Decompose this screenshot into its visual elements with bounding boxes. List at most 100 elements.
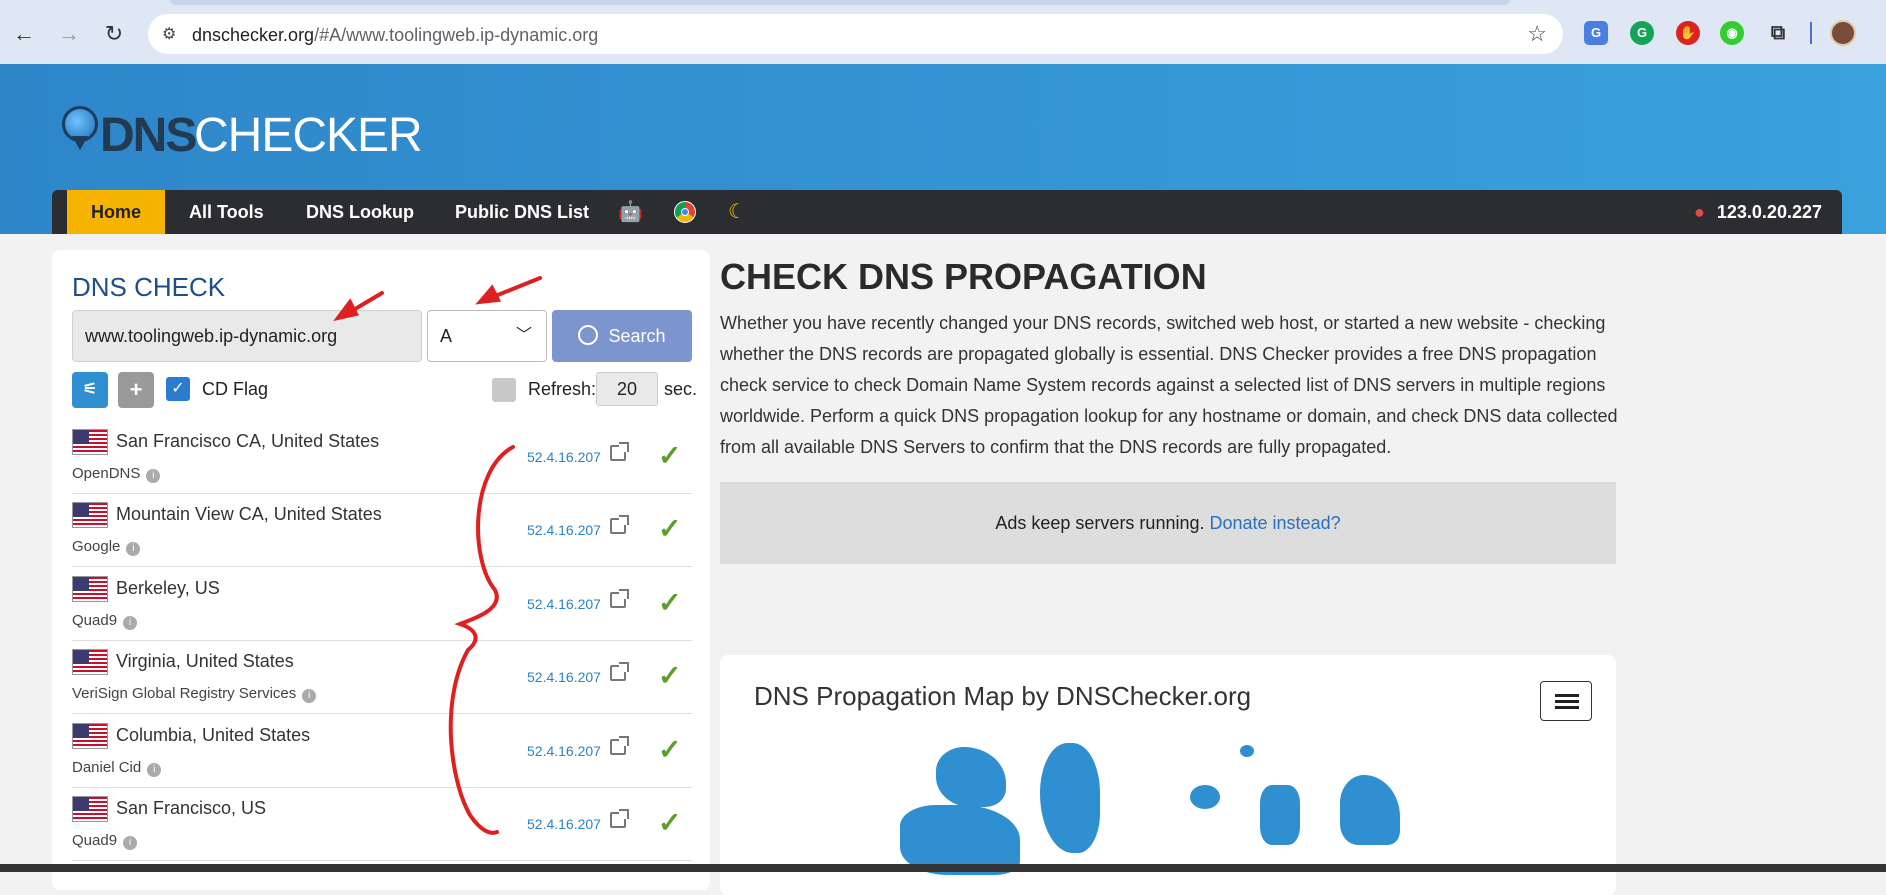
ad-text: Ads keep servers running. [995, 513, 1205, 533]
server-location: San Francisco, US [116, 798, 267, 818]
add-server-button[interactable]: + [118, 372, 154, 408]
server-location: Mountain View CA, United States [116, 504, 382, 524]
eye-extension-icon[interactable]: ◉ [1720, 21, 1744, 45]
info-icon[interactable]: i [126, 542, 141, 556]
visitor-ip: ● 123.0.20.227 [1694, 190, 1822, 234]
map-title: DNS Propagation Map by DNSChecker.org [754, 681, 1252, 711]
info-icon[interactable]: i [146, 469, 161, 483]
external-link-icon[interactable] [610, 662, 629, 681]
check-success-icon: ✓ [658, 513, 682, 544]
tab-strip-edge [170, 0, 1510, 5]
server-row: Columbia, United States Daniel Cid i 52.4… [72, 715, 692, 788]
server-provider: Quad9 i [72, 832, 138, 850]
refresh-interval-input[interactable]: 20 [596, 372, 658, 406]
us-flag-icon [72, 429, 108, 455]
dns-check-panel: DNS CHECK www.toolingweb.ip-dynamic.org … [52, 250, 710, 890]
settings-sliders-button[interactable]: ⚟ [72, 372, 108, 408]
server-row: Mountain View CA, United States Google i … [72, 494, 692, 567]
server-location: Columbia, United States [116, 725, 311, 745]
server-provider: Quad9 i [72, 612, 138, 630]
panel-title: DNS CHECK [72, 272, 226, 302]
ad-placeholder: Ads keep servers running. Donate instead… [720, 482, 1616, 564]
result-ip[interactable]: 52.4.16.207 [527, 743, 601, 759]
browser-toolbar: ← → ↻ ⚙ dnschecker.org/#A/www.toolingweb… [0, 0, 1886, 64]
reload-icon[interactable]: ↻ [100, 20, 128, 48]
toolbar-divider [1810, 22, 1812, 44]
main-navbar: Home All Tools DNS Lookup Public DNS Lis… [52, 190, 1842, 234]
back-icon[interactable]: ← [10, 20, 38, 48]
bottom-edge [0, 864, 1886, 872]
external-link-icon[interactable] [610, 736, 629, 755]
external-link-icon[interactable] [610, 442, 629, 461]
adblock-extension-icon[interactable]: ✋ [1676, 21, 1700, 45]
translate-extension-icon[interactable]: G [1584, 21, 1608, 45]
external-link-icon[interactable] [610, 515, 629, 534]
record-type-select[interactable]: A ﹀ [427, 310, 547, 362]
us-flag-icon [72, 502, 108, 528]
nav-all-tools[interactable]: All Tools [165, 190, 288, 234]
result-ip[interactable]: 52.4.16.207 [527, 816, 601, 832]
refresh-checkbox[interactable] [492, 378, 516, 402]
check-success-icon: ✓ [658, 440, 682, 471]
check-success-icon: ✓ [658, 587, 682, 618]
chevron-down-icon: ﹀ [515, 327, 532, 344]
logo-dns-text: DNS [100, 109, 197, 162]
server-location: Berkeley, US [116, 578, 220, 598]
refresh-label: Refresh: [528, 379, 597, 399]
propagation-map-card: DNS Propagation Map by DNSChecker.org [720, 655, 1616, 895]
check-success-icon: ✓ [658, 734, 682, 765]
external-link-icon[interactable] [610, 589, 629, 608]
dnschecker-logo[interactable]: DNS CHECKER [62, 96, 423, 164]
logo-checker-text: CHECKER [194, 109, 423, 162]
address-bar[interactable]: ⚙ dnschecker.org/#A/www.toolingweb.ip-dy… [148, 14, 1563, 54]
donate-link[interactable]: Donate instead? [1210, 513, 1341, 533]
nav-home[interactable]: Home [67, 190, 166, 234]
forward-icon[interactable]: → [55, 20, 83, 48]
domain-input[interactable]: www.toolingweb.ip-dynamic.org [72, 310, 422, 362]
chrome-icon[interactable] [674, 201, 696, 228]
server-row: San Francisco CA, United States OpenDNS i… [72, 421, 692, 494]
url-text[interactable]: dnschecker.org/#A/www.toolingweb.ip-dyna… [192, 25, 598, 46]
result-ip[interactable]: 52.4.16.207 [527, 669, 601, 685]
nav-dns-lookup[interactable]: DNS Lookup [282, 190, 438, 234]
cd-flag-label: CD Flag [202, 379, 269, 399]
grammarly-extension-icon[interactable]: G [1630, 21, 1654, 45]
location-pin-icon: ● [1694, 202, 1705, 222]
android-icon[interactable]: 🤖 [618, 201, 643, 223]
bookmark-star-icon[interactable]: ☆ [1527, 21, 1547, 47]
server-provider: Google i [72, 538, 141, 556]
server-location: Virginia, United States [116, 651, 294, 671]
server-location: San Francisco CA, United States [116, 431, 380, 451]
page-description: Whether you have recently changed your D… [720, 313, 1618, 457]
external-link-icon[interactable] [610, 809, 629, 828]
refresh-unit: sec. [664, 379, 698, 399]
cd-flag-checkbox[interactable]: ✓ [166, 377, 190, 401]
profile-avatar[interactable] [1830, 20, 1856, 46]
pin-icon [72, 136, 88, 150]
info-icon[interactable]: i [123, 836, 138, 850]
check-success-icon: ✓ [658, 660, 682, 691]
site-info-icon[interactable]: ⚙ [162, 24, 176, 44]
info-icon[interactable]: i [147, 763, 162, 777]
result-ip[interactable]: 52.4.16.207 [527, 449, 601, 465]
chart-menu-button[interactable] [1540, 681, 1592, 721]
extensions-puzzle-icon[interactable]: ⧉ [1766, 21, 1790, 45]
server-provider: VeriSign Global Registry Services i [72, 685, 317, 703]
search-button[interactable]: Search [552, 310, 692, 362]
server-provider: Daniel Cid i [72, 759, 162, 777]
page-title: CHECK DNS PROPAGATION [720, 256, 1207, 297]
record-type-value: A [440, 326, 453, 346]
us-flag-icon [72, 796, 108, 822]
check-success-icon: ✓ [658, 807, 682, 838]
info-icon[interactable]: i [302, 689, 317, 703]
result-ip[interactable]: 52.4.16.207 [527, 522, 601, 538]
search-button-label: Search [608, 326, 666, 346]
visitor-ip-text: 123.0.20.227 [1716, 202, 1822, 222]
dark-mode-moon-icon[interactable]: ☾ [728, 201, 746, 223]
result-ip[interactable]: 52.4.16.207 [527, 596, 601, 612]
server-row: San Francisco, US Quad9 i 52.4.16.207 ✓ [72, 788, 692, 861]
nav-public-dns-list[interactable]: Public DNS List [431, 190, 613, 234]
info-icon[interactable]: i [123, 616, 138, 630]
us-flag-icon [72, 649, 108, 675]
us-flag-icon [72, 723, 108, 749]
